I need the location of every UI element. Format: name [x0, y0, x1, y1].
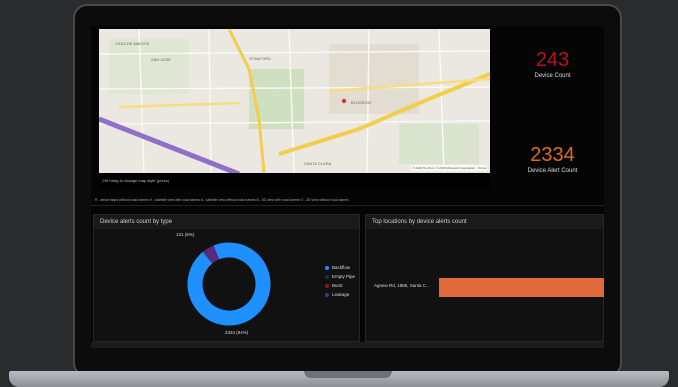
legend-dot [325, 274, 329, 279]
map-note: Ctrl+drag to change map style (press) [99, 173, 490, 189]
donut-panel[interactable]: Device alerts count by type 121 (5%) 233… [93, 214, 360, 342]
kpi-value: 243 [535, 49, 570, 71]
location-bar[interactable] [439, 278, 604, 297]
legend-dot [325, 265, 329, 270]
map-label: BLOSSOM [351, 100, 371, 105]
legend-label: Burst [332, 283, 343, 288]
donut-data-label: 2334 (94%) [225, 330, 249, 335]
panel-title: Device alerts count by type [94, 215, 359, 229]
donut-slice-backflow[interactable] [185, 240, 274, 329]
legend-item[interactable]: Burst [325, 283, 355, 288]
legend-item[interactable]: Leakage [325, 292, 355, 297]
map-label: SAN JOSE [151, 57, 171, 62]
kpi-label: Device Count [534, 73, 571, 79]
map-label: SANTA CLARA [304, 161, 332, 166]
map-graphic[interactable] [99, 29, 490, 173]
legend-dot [325, 292, 329, 297]
legend-label: Leakage [332, 292, 350, 297]
donut-data-label: 121 (5%) [176, 232, 195, 237]
donut-chart[interactable] [164, 229, 294, 339]
top-locations-panel[interactable]: Top locations by device alerts count Agn… [365, 214, 604, 342]
legend-item[interactable]: Backflow [325, 265, 355, 270]
map-label: STANFORD [249, 56, 271, 61]
page-tabs-strip [91, 342, 604, 348]
map-view[interactable]: CASA DE AMIGOS SAN JOSE STANFORD BLOSSOM… [99, 29, 490, 173]
legend-dot [325, 283, 329, 288]
device-alert-count-card[interactable]: 2334 Device Alert Count [501, 144, 604, 174]
bar-track [439, 278, 604, 297]
legend-item[interactable]: Empty Pipe [325, 274, 355, 279]
map-help-text: R - aerial maps without road names H - s… [91, 194, 604, 206]
dashboard-screen: CASA DE AMIGOS SAN JOSE STANFORD BLOSSOM… [91, 26, 604, 348]
map-attribution[interactable]: © 2020 TomTom, © 2020 Microsoft Corporat… [411, 165, 487, 171]
legend-label: Empty Pipe [332, 274, 356, 279]
kpi-value: 2334 [530, 144, 575, 166]
device-count-card[interactable]: 243 Device Count [501, 49, 604, 79]
laptop-notch [304, 371, 392, 378]
map-label: CASA DE AMIGOS [115, 41, 150, 46]
panel-title: Top locations by device alerts count [366, 215, 603, 229]
bar-category-label: Agnew Rd, 1885, Santa C... [374, 283, 430, 288]
legend-label: Backflow [332, 265, 351, 270]
kpi-label: Device Alert Count [527, 168, 578, 174]
donut-legend: Backflow Empty Pipe Burst Leakage [325, 265, 355, 301]
